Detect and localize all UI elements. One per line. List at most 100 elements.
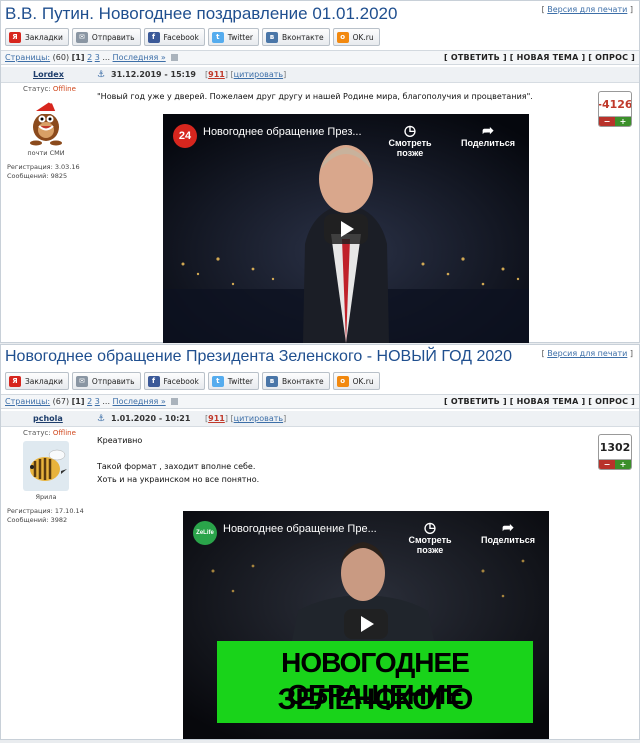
play-icon[interactable] — [324, 214, 368, 244]
print-version-link[interactable]: [ Версия для печати ] — [542, 349, 633, 358]
page-2-link[interactable]: 2 — [87, 53, 92, 62]
rating-minus-button[interactable]: − — [599, 117, 615, 126]
registration-date: Регистрация: 17.10.14 — [7, 507, 84, 515]
current-page: [1] — [71, 397, 85, 406]
yandex-bookmarks-icon: Я — [9, 31, 21, 43]
post-body: Креативно Такой формат , заходит вполне … — [97, 434, 259, 486]
pager-bar: Страницы: (60) [1] 2 3 ... Последняя » [… — [1, 50, 639, 65]
video-title[interactable]: Новогоднее обращение Пре... — [223, 523, 377, 535]
current-page: [1] — [71, 53, 85, 62]
video-player[interactable]: ZeLife Новогоднее обращение Пре... ◷ Смот… — [183, 511, 549, 739]
share-button-ok[interactable]: о OK.ru — [332, 372, 380, 390]
anchor-icon[interactable]: ⚓ — [97, 70, 105, 80]
share-bar: Я Закладки ✉ Отправить f Facebook t Twitter … — [5, 372, 380, 390]
quote-link[interactable]: цитировать — [234, 414, 283, 423]
video-banner-line2: ЗЕЛЕНСКОГО — [277, 683, 474, 716]
yandex-bookmarks-icon: Я — [9, 375, 21, 387]
post-number-block: [911] [цитировать] — [205, 414, 287, 423]
rating-plus-button[interactable]: + — [615, 117, 631, 126]
vk-icon: в — [265, 31, 278, 43]
avatar[interactable] — [23, 97, 69, 147]
thread-header: В.В. Путин. Новогоднее поздравление 01.0… — [1, 1, 639, 26]
share-button-bookmarks[interactable]: Я Закладки — [5, 372, 69, 390]
envelope-icon: ✉ — [75, 31, 88, 43]
post-header: Lordex ⚓ 31.12.2019 - 15:19 [911] [цитир… — [1, 67, 639, 83]
last-page-link[interactable]: Последняя » — [113, 53, 166, 62]
share-arrow-icon: ➦ — [482, 122, 494, 138]
post-text-line — [97, 447, 259, 460]
pages-label[interactable]: Страницы: — [5, 397, 50, 406]
author-name[interactable]: Lordex — [33, 70, 64, 79]
share-button-twitter[interactable]: t Twitter — [207, 372, 259, 390]
user-info: Регистрация: 3.03.16 Сообщений: 9825 — [7, 163, 91, 181]
facebook-icon: f — [147, 31, 160, 43]
vk-icon: в — [265, 375, 278, 387]
watch-later-button[interactable]: ◷ Смотреть позже — [375, 122, 445, 158]
video-player[interactable]: 24 Новогоднее обращение През... ◷ Смотрет… — [163, 114, 529, 343]
post-date: 1.01.2020 - 10:21 — [111, 414, 191, 423]
post-number-block: [911] [цитировать] — [205, 70, 287, 79]
post-date: 31.12.2019 - 15:19 — [111, 70, 196, 79]
rating-value: -4126 — [598, 97, 632, 111]
twitter-icon: t — [211, 375, 224, 387]
user-status: Статус: Offline — [23, 429, 76, 437]
pages-count: (67) — [52, 397, 70, 406]
print-version-link[interactable]: [ Версия для печати ] — [542, 5, 633, 14]
post-text-line: Такой формат , заходит вполне себе. — [97, 462, 256, 471]
watch-later-button[interactable]: ◷ Смотреть позже — [395, 519, 465, 555]
thread-title[interactable]: Новогоднее обращение Президента Зеленско… — [5, 348, 512, 366]
odnoklassniki-icon: о — [336, 31, 349, 43]
rating-plus-button[interactable]: + — [615, 460, 631, 469]
post-number-link[interactable]: 911 — [208, 70, 225, 79]
share-button-send[interactable]: ✉ Отправить — [71, 28, 141, 46]
thread-putin: В.В. Путин. Новогоднее поздравление 01.0… — [0, 0, 640, 343]
pages-label[interactable]: Страницы: — [5, 53, 50, 62]
clock-icon: ◷ — [423, 519, 437, 535]
post-text: "Новый год уже у дверей. Пожелаем друг д… — [97, 92, 533, 101]
pages-ellipsis: ... — [102, 397, 110, 406]
user-status: Статус: Offline — [23, 85, 76, 93]
facebook-icon: f — [147, 375, 160, 387]
share-button-ok[interactable]: о OK.ru — [332, 28, 380, 46]
square-icon[interactable] — [171, 398, 179, 405]
post-number-link[interactable]: 911 — [208, 414, 225, 423]
rating-minus-button[interactable]: − — [599, 460, 615, 469]
avatar[interactable] — [23, 441, 69, 491]
thread-actions[interactable]: [ ОТВЕТИТЬ ] [ НОВАЯ ТЕМА ] [ ОПРОС ] — [444, 397, 635, 406]
page-2-link[interactable]: 2 — [87, 397, 92, 406]
channel-logo[interactable]: ZeLife — [193, 521, 217, 545]
pagination: Страницы: (60) [1] 2 3 ... Последняя » — [5, 53, 179, 62]
thread-zelensky: Новогоднее обращение Президента Зеленско… — [0, 344, 640, 740]
share-video-button[interactable]: ➦ Поделиться — [453, 122, 523, 148]
play-icon[interactable] — [344, 609, 388, 639]
share-button-vk[interactable]: в Вконтакте — [261, 372, 330, 390]
channel-logo[interactable]: 24 — [173, 124, 197, 148]
share-button-twitter[interactable]: t Twitter — [207, 28, 259, 46]
rating-widget: 1302 − + — [598, 434, 632, 470]
last-page-link[interactable]: Последняя » — [113, 397, 166, 406]
square-icon[interactable] — [171, 54, 179, 61]
pager-bar: Страницы: (67) [1] 2 3 ... Последняя » [… — [1, 394, 639, 409]
thread-actions[interactable]: [ ОТВЕТИТЬ ] [ НОВАЯ ТЕМА ] [ ОПРОС ] — [444, 53, 635, 62]
share-video-button[interactable]: ➦ Поделиться — [473, 519, 543, 545]
odnoklassniki-icon: о — [336, 375, 349, 387]
share-button-facebook[interactable]: f Facebook — [143, 372, 205, 390]
author-name[interactable]: pchola — [33, 414, 63, 423]
video-title[interactable]: Новогоднее обращение През... — [203, 126, 362, 138]
rating-widget: -4126 − + — [598, 91, 632, 127]
thread-title[interactable]: В.В. Путин. Новогоднее поздравление 01.0… — [5, 4, 397, 24]
thread-header: Новогоднее обращение Президента Зеленско… — [1, 345, 639, 370]
post-header: pchola ⚓ 1.01.2020 - 10:21 [911] [цитиро… — [1, 411, 639, 427]
share-button-facebook[interactable]: f Facebook — [143, 28, 205, 46]
user-rank: Ярила — [35, 493, 57, 501]
pagination: Страницы: (67) [1] 2 3 ... Последняя » — [5, 397, 179, 406]
anchor-icon[interactable]: ⚓ — [97, 414, 105, 424]
share-button-bookmarks[interactable]: Я Закладки — [5, 28, 69, 46]
share-button-vk[interactable]: в Вконтакте — [261, 28, 330, 46]
user-info: Регистрация: 17.10.14 Сообщений: 3982 — [7, 507, 91, 525]
page-3-link[interactable]: 3 — [95, 53, 100, 62]
page-3-link[interactable]: 3 — [95, 397, 100, 406]
share-button-send[interactable]: ✉ Отправить — [71, 372, 141, 390]
twitter-icon: t — [211, 31, 224, 43]
quote-link[interactable]: цитировать — [234, 70, 283, 79]
